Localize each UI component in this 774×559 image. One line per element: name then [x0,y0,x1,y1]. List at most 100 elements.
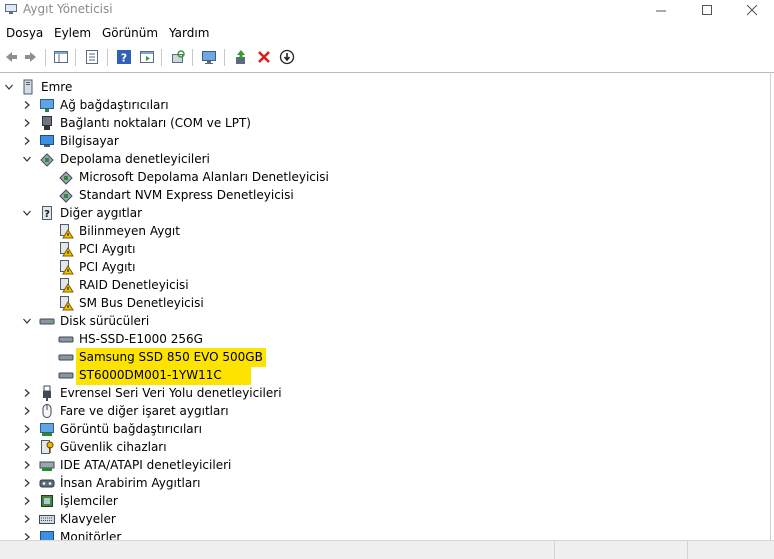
tree-node-root[interactable]: Emre [0,78,770,96]
tree-label: Evrensel Seri Veri Yolu denetleyicileri [60,386,282,400]
scan-hardware-button[interactable] [169,48,187,66]
tree-label: Monitörler [60,530,122,540]
toolbar-separator [75,49,76,66]
collapsed-chevron-icon[interactable] [20,98,34,112]
tree-node-storage-ms[interactable]: Microsoft Depolama Alanları Denetleyicis… [0,168,770,186]
device-manager-app-icon [5,4,17,14]
tree-node-disk-drives[interactable]: Disk sürücüleri [0,312,770,330]
warning-device-icon [60,278,74,293]
computer-root-icon [23,79,33,95]
collapsed-chevron-icon[interactable] [20,494,34,508]
tree-node-disk-hs-ssd[interactable]: HS-SSD-E1000 256G [0,330,770,348]
tree-node-disk-seagate[interactable]: ST6000DM001-1YW11C [0,366,770,385]
properties-button[interactable] [83,48,101,66]
port-connector-icon [42,116,52,130]
maximize-button[interactable] [684,0,730,20]
tree-node-ide-controllers[interactable]: IDE ATA/ATAPI denetleyicileri [0,456,770,474]
tree-node-pci-device-1[interactable]: PCI Aygıtı [0,240,770,258]
tree-node-processors[interactable]: İşlemciler [0,492,770,510]
tree-node-pci-device-2[interactable]: PCI Aygıtı [0,258,770,276]
show-tab-icon [140,51,154,63]
collapsed-chevron-icon[interactable] [20,404,34,418]
tree-node-usb-controllers[interactable]: Evrensel Seri Veri Yolu denetleyicileri [0,384,770,402]
ide-controller-icon [39,461,55,471]
show-hide-tree-button[interactable] [52,48,70,66]
menu-yardim[interactable]: Yardım [169,26,209,40]
tree-node-keyboards[interactable]: Klavyeler [0,510,770,528]
collapsed-chevron-icon[interactable] [20,386,34,400]
menu-eylem[interactable]: Eylem [54,26,91,40]
network-adapter-icon [40,99,54,112]
expanded-chevron-icon[interactable] [20,206,34,220]
processor-icon [41,495,53,507]
tree-node-smbus-controller[interactable]: SM Bus Denetleyicisi [0,294,770,312]
unknown-device-icon: ? [42,206,52,220]
tree-node-disk-samsung[interactable]: Samsung SSD 850 EVO 500GB [0,348,770,367]
title-bar: Aygıt Yöneticisi [0,0,774,20]
minimize-icon [655,10,666,11]
collapsed-chevron-icon[interactable] [20,116,34,130]
scan-hardware-icon [172,50,185,63]
toolbar-separator [45,49,46,66]
tree-node-unknown-device[interactable]: Bilinmeyen Aygıt [0,222,770,240]
tree-node-storage-controllers[interactable]: Depolama denetleyicileri [0,150,770,168]
tree-node-raid-controller[interactable]: RAID Denetleyicisi [0,276,770,294]
tree-node-security-devices[interactable]: Güvenlik cihazları [0,438,770,456]
tree-label: Ağ bağdaştırıcıları [60,98,169,112]
device-tree: Emre Ağ bağdaştırıcıları Bağlantı noktal… [0,76,770,540]
minimize-button[interactable] [638,0,684,20]
storage-controller-icon [40,153,54,167]
tree-node-display-adapters[interactable]: Görüntü bağdaştırıcıları [0,420,770,438]
tree-label: Klavyeler [60,512,116,526]
monitor-button[interactable] [200,48,218,66]
show-hide-tree-icon [54,51,68,63]
storage-controller-icon [59,171,73,185]
collapsed-chevron-icon[interactable] [20,458,34,472]
expanded-chevron-icon[interactable] [2,80,16,94]
tree-label: HS-SSD-E1000 256G [79,332,203,346]
tree-node-other-devices[interactable]: ? Diğer aygıtlar [0,204,770,222]
tree-node-storage-nvme[interactable]: Standart NVM Express Denetleyicisi [0,186,770,204]
collapsed-chevron-icon[interactable] [20,440,34,454]
expanded-chevron-icon[interactable] [20,152,34,166]
status-bar-cell [687,541,774,559]
tree-label: Bilinmeyen Aygıt [79,224,180,238]
tree-label: PCI Aygıtı [79,242,136,256]
menu-dosya[interactable]: Dosya [6,26,43,40]
update-driver-button[interactable] [232,48,250,66]
toolbar-separator [192,49,193,66]
forward-button[interactable] [22,48,40,66]
close-button[interactable] [729,0,774,20]
toolbar-separator [161,49,162,66]
collapsed-chevron-icon[interactable] [20,134,34,148]
tree-node-monitors[interactable]: Monitörler [0,528,770,540]
collapsed-chevron-icon[interactable] [20,422,34,436]
tree-label: PCI Aygıtı [79,260,136,274]
disable-icon [279,49,295,65]
tree-label-highlighted: ST6000DM001-1YW11C [76,366,251,385]
tree-node-network-adapters[interactable]: Ağ bağdaştırıcıları [0,96,770,114]
svg-text:?: ? [121,52,127,65]
help-icon: ? [117,50,131,65]
collapsed-chevron-icon[interactable] [20,476,34,490]
show-tab-button[interactable] [138,48,156,66]
back-button[interactable] [2,48,20,66]
collapsed-chevron-icon[interactable] [20,530,34,540]
disable-button[interactable] [278,48,296,66]
tree-node-mice[interactable]: Fare ve diğer işaret aygıtları [0,402,770,420]
expanded-chevron-icon[interactable] [20,314,34,328]
svg-text:?: ? [44,209,50,220]
collapsed-chevron-icon[interactable] [20,512,34,526]
tree-label: SM Bus Denetleyicisi [79,296,204,310]
help-button[interactable]: ? [115,48,133,66]
menu-gorunum[interactable]: Görünüm [102,26,158,40]
tree-node-hid[interactable]: İnsan Arabirim Aygıtları [0,474,770,492]
tree-node-computer[interactable]: Bilgisayar [0,132,770,150]
update-driver-icon [236,50,245,64]
uninstall-button[interactable] [255,48,273,66]
warning-device-icon [60,242,74,257]
tree-node-ports[interactable]: Bağlantı noktaları (COM ve LPT) [0,114,770,132]
menu-bar: Dosya Eylem Görünüm Yardım [0,23,774,43]
security-key-icon [41,440,54,454]
tree-right-border [770,72,771,558]
